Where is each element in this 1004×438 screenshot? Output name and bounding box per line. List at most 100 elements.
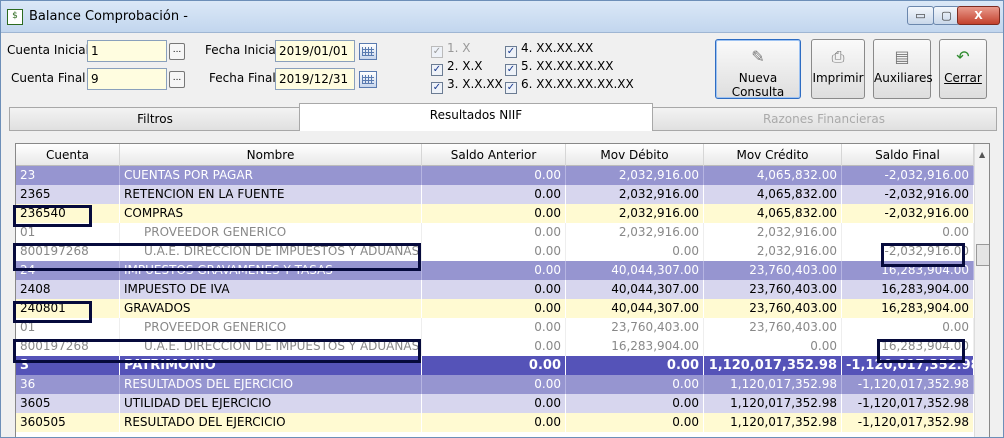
cuenta-final-input[interactable]: 9 xyxy=(87,68,167,90)
tab-resultados-niif[interactable]: Resultados NIIF xyxy=(299,103,653,131)
nueva-consulta-button[interactable]: ✎ Nueva Consulta xyxy=(715,39,801,99)
fecha-inicial-calendar-icon[interactable] xyxy=(359,43,377,60)
cell-final: -1,120,017,352.98 xyxy=(842,356,974,375)
cell-debito: 40,044,307.00 xyxy=(566,280,704,299)
cell-credito: 2,032,916.00 xyxy=(704,242,842,261)
column-header-saldo-anterior[interactable]: Saldo Anterior xyxy=(422,144,566,166)
fecha-final-label: Fecha Final : xyxy=(209,71,284,85)
level-1-label: 1. X xyxy=(447,41,471,55)
cell-credito: 1,120,017,352.98 xyxy=(704,394,842,413)
level-5-checkbox[interactable]: ✓ 5. XX.XX.XX.XX xyxy=(505,59,613,76)
cell-debito: 40,044,307.00 xyxy=(566,261,704,280)
cell-final: 0.00 xyxy=(842,223,974,242)
cell-debito: 2,032,916.00 xyxy=(566,166,704,185)
table-row[interactable]: 240801 GRAVADOS 0.00 40,044,307.00 23,760,40… xyxy=(16,299,974,318)
table-row[interactable]: 23 CUENTAS POR PAGAR 0.00 2,032,916.00 4,065… xyxy=(16,166,974,185)
cell-nombre: IMPUESTO DE IVA xyxy=(120,280,422,299)
cell-nombre: COMPRAS xyxy=(120,204,422,223)
table-row[interactable]: 360505 RESULTADO DEL EJERCICIO 0.00 0.00 1,1… xyxy=(16,413,974,432)
table-row[interactable]: 3 PATRIMONIO 0.00 0.00 1,120,017,352.98 -1,12… xyxy=(16,356,974,375)
tab-filtros[interactable]: Filtros xyxy=(9,107,301,131)
cell-nombre: RESULTADOS DEL EJERCICIO xyxy=(120,375,422,394)
checkmark-icon: ✓ xyxy=(431,46,443,58)
results-grid: Cuenta Nombre Saldo Anterior Mov Débito … xyxy=(15,143,990,437)
scroll-thumb[interactable] xyxy=(976,244,989,266)
cell-debito: 23,760,403.00 xyxy=(566,318,704,337)
cell-cuenta: 360505 xyxy=(16,413,120,432)
imprimir-button[interactable]: ⎙ Imprimir xyxy=(811,39,865,99)
cell-nombre: IMPUESTOS GRAVAMENES Y TASAS xyxy=(120,261,422,280)
cell-cuenta: 240801 xyxy=(16,299,120,318)
window-title: Balance Comprobación - xyxy=(29,9,188,24)
minimize-button[interactable]: ▭ xyxy=(907,6,934,25)
cell-credito: 1,120,017,352.98 xyxy=(704,356,842,375)
table-row[interactable]: 800197268 U.A.E. DIRECCION DE IMPUESTOS Y… xyxy=(16,337,974,356)
fecha-final-input[interactable]: 2019/12/31 xyxy=(275,68,355,90)
column-header-mov-credito[interactable]: Mov Crédito xyxy=(704,144,842,166)
column-header-mov-debito[interactable]: Mov Débito xyxy=(566,144,704,166)
column-header-nombre[interactable]: Nombre xyxy=(120,144,422,166)
cuenta-inicial-lookup-button[interactable]: ... xyxy=(169,43,185,60)
undo-arrow-icon: ↶ xyxy=(956,47,970,66)
level-4-checkbox[interactable]: ✓ 4. XX.XX.XX xyxy=(505,41,593,58)
cell-anterior: 0.00 xyxy=(422,280,566,299)
checkmark-icon: ✓ xyxy=(431,64,443,76)
table-row[interactable]: 24 IMPUESTOS GRAVAMENES Y TASAS 0.00 40,044… xyxy=(16,261,974,280)
cuenta-final-label: Cuenta Final : xyxy=(11,71,94,85)
close-window-button[interactable]: X xyxy=(957,6,1000,25)
maximize-button[interactable]: ▢ xyxy=(933,6,960,25)
cell-cuenta: 2365 xyxy=(16,185,120,204)
cell-final: 16,283,904.00 xyxy=(842,299,974,318)
cell-debito: 16,283,904.00 xyxy=(566,337,704,356)
cuenta-final-lookup-button[interactable]: ... xyxy=(169,71,185,88)
checkmark-icon: ✓ xyxy=(505,46,517,58)
cell-credito: 0.00 xyxy=(704,337,842,356)
cerrar-button[interactable]: ↶ Cerrar xyxy=(939,39,987,99)
checkmark-icon: ✓ xyxy=(505,82,517,94)
table-row[interactable]: 01 PROVEEDOR GENERICO 0.00 23,760,403.00 23,… xyxy=(16,318,974,337)
balance-window: $ Balance Comprobación - ▭ ▢ X Cuenta In… xyxy=(0,0,1004,438)
grid-body: 23 CUENTAS POR PAGAR 0.00 2,032,916.00 4,065… xyxy=(16,166,974,432)
cell-final: -2,032,916.00 xyxy=(842,166,974,185)
table-row[interactable]: 236540 COMPRAS 0.00 2,032,916.00 4,065,832.0… xyxy=(16,204,974,223)
tab-razones-financieras: Razones Financieras xyxy=(651,107,997,131)
cell-anterior: 0.00 xyxy=(422,318,566,337)
level-6-checkbox[interactable]: ✓ 6. XX.XX.XX.XX.XX xyxy=(505,77,634,94)
cell-final: -1,120,017,352.98 xyxy=(842,375,974,394)
scroll-up-icon[interactable]: ▲ xyxy=(979,150,985,159)
level-2-checkbox[interactable]: ✓ 2. X.X xyxy=(431,59,483,76)
cell-credito: 23,760,403.00 xyxy=(704,280,842,299)
fecha-final-calendar-icon[interactable] xyxy=(359,71,377,88)
table-row[interactable]: 2365 RETENCION EN LA FUENTE 0.00 2,032,916.… xyxy=(16,185,974,204)
ledger-icon: ▤ xyxy=(894,47,910,66)
cell-nombre: U.A.E. DIRECCION DE IMPUESTOS Y ADUANAS … xyxy=(120,337,422,356)
table-row[interactable]: 2408 IMPUESTO DE IVA 0.00 40,044,307.00 23,7… xyxy=(16,280,974,299)
cell-anterior: 0.00 xyxy=(422,185,566,204)
cell-final: 16,283,904.00 xyxy=(842,280,974,299)
cell-cuenta: 01 xyxy=(16,318,120,337)
cell-anterior: 0.00 xyxy=(422,356,566,375)
cuenta-inicial-input[interactable]: 1 xyxy=(87,40,167,62)
table-row[interactable]: 01 PROVEEDOR GENERICO 0.00 2,032,916.00 2,03… xyxy=(16,223,974,242)
cell-final: 16,283,904.00 xyxy=(842,337,974,356)
cell-credito: 1,120,017,352.98 xyxy=(704,375,842,394)
cell-debito: 0.00 xyxy=(566,242,704,261)
cell-debito: 0.00 xyxy=(566,394,704,413)
cell-cuenta: 3605 xyxy=(16,394,120,413)
cell-cuenta: 23 xyxy=(16,166,120,185)
fecha-inicial-input[interactable]: 2019/01/01 xyxy=(275,40,355,62)
auxiliares-button[interactable]: ▤ Auxiliares xyxy=(873,39,933,99)
cell-final: 0.00 xyxy=(842,318,974,337)
cell-anterior: 0.00 xyxy=(422,223,566,242)
table-row[interactable]: 36 RESULTADOS DEL EJERCICIO 0.00 0.00 1,120,… xyxy=(16,375,974,394)
table-row[interactable]: 800197268 U.A.E. DIRECCION DE IMPUESTOS Y… xyxy=(16,242,974,261)
level-3-checkbox[interactable]: ✓ 3. X.X.XX xyxy=(431,77,503,94)
vertical-scrollbar[interactable]: ▲ xyxy=(974,144,989,437)
level-2-label: 2. X.X xyxy=(447,59,483,73)
cell-credito: 4,065,832.00 xyxy=(704,204,842,223)
cell-nombre: RESULTADO DEL EJERCICIO xyxy=(120,413,422,432)
column-header-saldo-final[interactable]: Saldo Final xyxy=(842,144,974,166)
level-1-checkbox: ✓ 1. X xyxy=(431,41,470,58)
table-row[interactable]: 3605 UTILIDAD DEL EJERCICIO 0.00 0.00 1,120,… xyxy=(16,394,974,413)
column-header-cuenta[interactable]: Cuenta xyxy=(16,144,120,166)
